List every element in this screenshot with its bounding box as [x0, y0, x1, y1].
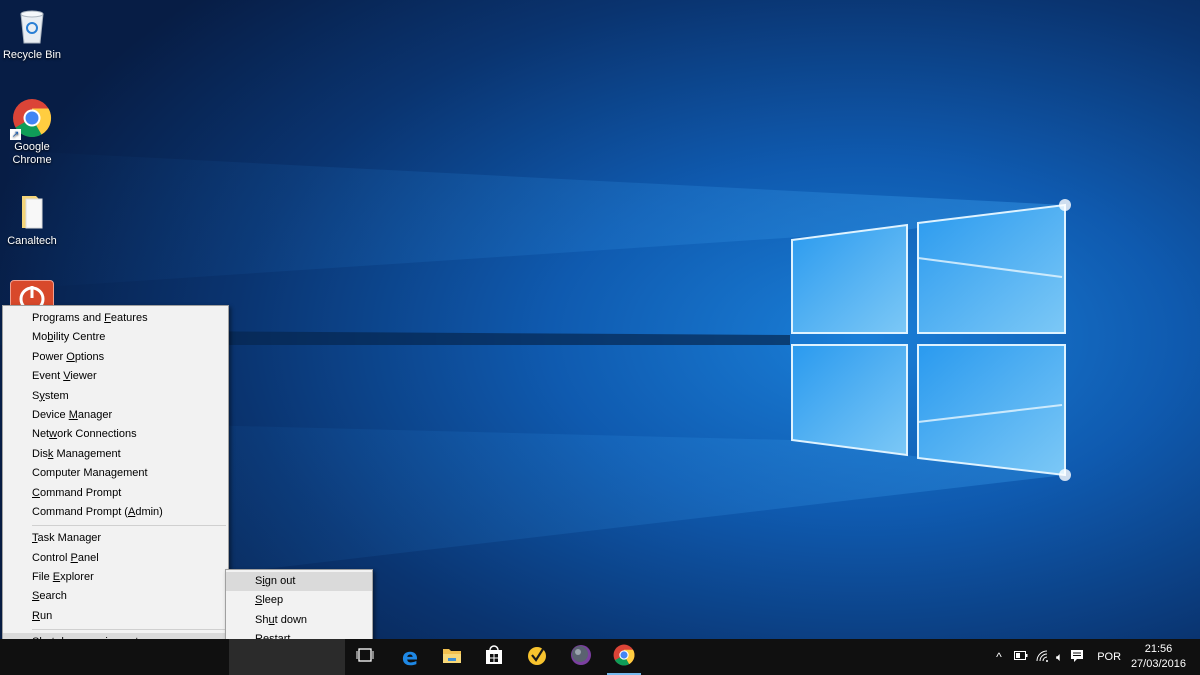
menu-item-label-part: earch	[39, 590, 67, 603]
clock-time: 21:56	[1144, 643, 1173, 655]
menu-item-label-part: gn out	[264, 575, 296, 587]
menu-item-label-part: Mo	[32, 331, 48, 344]
menu-item-access-key: R	[32, 609, 40, 622]
menu-item-mobility-centre[interactable]: Mobility Centre	[3, 328, 228, 347]
menu-item-device-manager[interactable]: Device Manager	[3, 406, 228, 425]
menu-item-label-part: Device	[32, 408, 69, 421]
menu-item-label-part: Dis	[32, 447, 48, 460]
menu-item-label-part: Computer Mana	[32, 467, 111, 480]
input-language-indicator[interactable]: POR	[1097, 651, 1121, 663]
store-icon	[484, 644, 504, 670]
menu-item-label-part: anager	[77, 408, 113, 421]
menu-item-label-part: Power	[32, 350, 67, 363]
menu-item-label-part: Net	[32, 428, 50, 441]
clock-date: 27/03/2016	[1130, 658, 1186, 670]
taskbar-norton[interactable]	[517, 639, 557, 675]
menu-separator	[32, 629, 226, 631]
file-explorer-icon	[442, 646, 462, 669]
menu-separator	[32, 525, 226, 527]
menu-item-search[interactable]: Search	[3, 587, 228, 606]
desktop-icon-label: Recycle Bin	[2, 49, 62, 61]
battery-icon[interactable]	[1014, 651, 1028, 663]
taskbar-store[interactable]	[474, 639, 514, 675]
submenu-item-sign-out[interactable]: Sign out	[226, 572, 372, 592]
volume-icon[interactable]: 🔈︎	[1056, 650, 1063, 665]
menu-item-label-part: ork Connections	[57, 428, 137, 441]
desktop-icon-recycle-bin[interactable]: Recycle Bin	[0, 6, 64, 62]
menu-item-label-part: ement	[117, 467, 148, 480]
sphere-app-icon	[570, 644, 592, 671]
menu-item-run[interactable]: Run	[3, 607, 228, 626]
menu-item-power-options[interactable]: Power Options	[3, 348, 228, 367]
desktop-icon-label: Canaltech	[7, 235, 57, 247]
submenu-item-shut-down[interactable]: Shut down	[226, 611, 372, 630]
submenu-item-sleep[interactable]: Sleep	[226, 591, 372, 610]
taskbar: e ^ 🔈︎ POR 21:56 27/03/2016	[0, 639, 1200, 675]
menu-item-access-key: O	[66, 350, 75, 363]
menu-item-access-key: w	[49, 428, 58, 441]
desktop-icon-label: Google Chrome	[12, 141, 52, 166]
menu-item-label-part: File	[32, 571, 53, 584]
chrome-icon: ↗	[10, 98, 52, 140]
taskbar-chrome[interactable]	[604, 639, 644, 675]
menu-item-programs-and-features[interactable]: Programs and Features	[3, 309, 228, 328]
menu-item-label-part: stem	[44, 389, 69, 402]
show-hidden-icons-chevron-up-icon[interactable]: ^	[992, 650, 1006, 664]
menu-item-label-part: ility Centre	[53, 331, 106, 344]
menu-item-label-part: eatures	[110, 312, 148, 324]
menu-item-label-part: iewer	[70, 370, 97, 383]
taskbar-search-area[interactable]	[229, 639, 345, 675]
folder-icon	[12, 192, 52, 232]
menu-item-access-key: F	[104, 312, 111, 324]
taskbar-edge[interactable]: e	[390, 639, 430, 675]
menu-item-label-part: Event	[32, 370, 64, 383]
menu-item-task-manager[interactable]: Task Manager	[3, 529, 228, 548]
desktop-icon-canaltech[interactable]: Canaltech	[0, 192, 64, 248]
recycle-bin-icon	[12, 6, 52, 46]
menu-item-label-part: Control	[32, 551, 71, 564]
taskbar-clock[interactable]: 21:56 27/03/2016	[1131, 642, 1186, 672]
menu-item-label-part: anel	[77, 551, 99, 564]
menu-item-command-prompt-admin[interactable]: Command Prompt (Admin)	[3, 503, 228, 522]
menu-item-event-viewer[interactable]: Event Viewer	[3, 367, 228, 386]
menu-item-access-key: P	[70, 551, 78, 564]
menu-item-label-part: Management	[53, 447, 121, 460]
shortcut-arrow-icon: ↗	[10, 129, 21, 140]
menu-item-label-part: ask Manager	[37, 532, 102, 545]
menu-item-access-key: C	[32, 486, 40, 499]
menu-item-system[interactable]: System	[3, 387, 228, 406]
menu-item-label-part: leep	[262, 594, 284, 607]
menu-item-label-part: xplorer	[60, 571, 94, 584]
menu-item-access-key: M	[68, 408, 78, 421]
menu-item-command-prompt[interactable]: Command Prompt	[3, 484, 228, 503]
edge-icon: e	[401, 643, 419, 671]
menu-item-computer-management[interactable]: Computer Management	[3, 464, 228, 483]
taskbar-task-view[interactable]	[345, 639, 385, 675]
menu-item-control-panel[interactable]: Control Panel	[3, 549, 228, 568]
menu-item-network-connections[interactable]: Network Connections	[3, 425, 228, 444]
task-view-icon	[356, 647, 374, 668]
menu-item-label-part: Sh	[255, 613, 269, 626]
menu-item-label-part: un	[39, 609, 53, 622]
menu-item-label-part: Programs and	[32, 312, 105, 324]
chrome-icon	[613, 644, 635, 671]
power-user-menu: Programs and Features Mobility Centre Powe…	[2, 305, 229, 673]
taskbar-file-explorer[interactable]	[432, 639, 472, 675]
menu-item-label-part: t down	[274, 613, 308, 626]
menu-item-label-part: ptions	[74, 350, 105, 363]
desktop-icon-google-chrome[interactable]: ↗ Google Chrome	[0, 98, 64, 167]
menu-item-label-part: Command Prompt (	[32, 505, 128, 518]
wifi-icon[interactable]	[1036, 650, 1050, 665]
menu-item-disk-management[interactable]: Disk Management	[3, 445, 228, 464]
action-center-icon[interactable]	[1070, 649, 1084, 666]
menu-item-label-part: dmin)	[135, 505, 163, 518]
menu-item-file-explorer[interactable]: File Explorer	[3, 568, 228, 587]
taskbar-sphere-app[interactable]	[561, 639, 601, 675]
norton-icon	[526, 644, 548, 671]
menu-item-label-part: ommand Prompt	[39, 486, 122, 499]
